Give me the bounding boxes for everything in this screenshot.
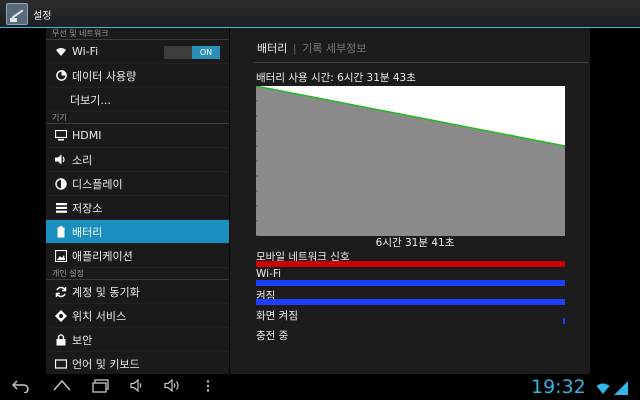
sidebar-item-language-keyboard[interactable]: 언어 및 키보드 xyxy=(46,352,229,374)
language-icon xyxy=(54,357,68,371)
sidebar-item-accounts-sync[interactable]: 계정 및 동기화 xyxy=(46,280,229,304)
sidebar-item-location[interactable]: 위치 서비스 xyxy=(46,304,229,328)
sidebar-item-hdmi[interactable]: HDMI xyxy=(46,124,229,148)
signal-label-charging: 충전 중 xyxy=(256,330,289,342)
sync-icon xyxy=(54,285,68,299)
location-icon xyxy=(54,309,68,323)
tab-divider xyxy=(254,62,588,63)
signal-label-wifi: Wi-Fi xyxy=(256,268,282,280)
volume-up-icon[interactable] xyxy=(164,378,182,396)
sidebar-item-applications[interactable]: 애플리케이션 xyxy=(46,244,229,268)
sidebar-item-data-usage[interactable]: 데이터 사용량 xyxy=(46,64,229,88)
sidebar-item-label: HDMI xyxy=(72,129,102,142)
battery-icon xyxy=(54,225,68,239)
storage-icon xyxy=(54,201,68,215)
sidebar-item-more[interactable]: 더보기... xyxy=(46,88,229,112)
back-icon[interactable] xyxy=(11,379,30,397)
detail-tabs: 배터리 | 기록 세부정보 xyxy=(257,40,366,56)
sidebar-item-label: 데이터 사용량 xyxy=(72,69,137,83)
app-title: 설정 xyxy=(33,11,52,22)
brightness-icon xyxy=(54,177,68,191)
signal-bar-wifi xyxy=(256,280,565,286)
sidebar-item-label: 보안 xyxy=(72,333,93,347)
status-clock[interactable]: 19:32 xyxy=(531,376,586,398)
wifi-toggle[interactable]: ON xyxy=(164,46,220,59)
home-icon[interactable] xyxy=(53,379,71,395)
wifi-toggle-on: ON xyxy=(192,46,220,59)
sidebar-item-label: 계정 및 동기화 xyxy=(72,285,140,299)
volume-down-icon[interactable] xyxy=(130,378,146,396)
data-usage-icon xyxy=(54,69,68,83)
sidebar-item-storage[interactable]: 저장소 xyxy=(46,196,229,220)
sidebar-item-label: 언어 및 키보드 xyxy=(72,357,140,371)
monitor-icon xyxy=(54,129,68,143)
sidebar-item-battery[interactable]: 배터리 xyxy=(46,220,229,244)
sidebar-item-label: 디스플레이 xyxy=(72,177,123,191)
wifi-status-icon[interactable] xyxy=(596,380,610,394)
sidebar-item-label: 배터리 xyxy=(72,225,103,239)
graph-caption: 6시간 31분 41초 xyxy=(375,237,455,249)
signal-label-screen-on: 화면 켜짐 xyxy=(256,310,298,322)
sidebar-item-label: 애플리케이션 xyxy=(72,249,133,263)
sidebar-item-label: Wi-Fi xyxy=(72,45,99,58)
sidebar-item-label: 더보기... xyxy=(70,93,111,107)
battery-chart-svg xyxy=(255,85,566,237)
settings-sidebar: 무선 및 네트워크 Wi-Fi ON 데이터 사용량 더보기... 기기 HDM… xyxy=(46,28,229,374)
tab-history-details[interactable]: 기록 세부정보 xyxy=(302,42,366,55)
system-nav-bar: 19:32 xyxy=(0,374,640,400)
sidebar-item-label: 위치 서비스 xyxy=(72,309,127,323)
section-header-wireless: 무선 및 네트워크 xyxy=(46,28,229,40)
sidebar-item-security[interactable]: 보안 xyxy=(46,328,229,352)
sidebar-item-wifi[interactable]: Wi-Fi ON xyxy=(46,40,229,64)
section-header-device: 기기 xyxy=(46,112,229,124)
signal-bar-screen-on xyxy=(563,318,565,324)
battery-status-icon[interactable] xyxy=(614,380,630,395)
settings-app-icon[interactable] xyxy=(6,3,28,25)
tab-battery[interactable]: 배터리 xyxy=(257,42,287,55)
tab-separator: | xyxy=(292,42,297,55)
section-header-personal: 개인 설정 xyxy=(46,268,229,280)
sidebar-item-sound[interactable]: 소리 xyxy=(46,148,229,172)
speaker-icon xyxy=(54,153,68,167)
sidebar-item-display[interactable]: 디스플레이 xyxy=(46,172,229,196)
wifi-icon xyxy=(54,45,68,59)
recent-apps-icon[interactable] xyxy=(92,379,110,397)
lock-icon xyxy=(54,333,68,347)
battery-history-chart[interactable] xyxy=(255,85,566,237)
sidebar-item-label: 저장소 xyxy=(72,201,103,215)
battery-usage-time: 배터리 사용 시간: 6시간 31분 43초 xyxy=(256,72,416,84)
sidebar-item-label: 소리 xyxy=(72,153,93,167)
battery-detail-pane: 배터리 | 기록 세부정보 배터리 사용 시간: 6시간 31분 43초 6시간… xyxy=(230,28,590,374)
apps-icon xyxy=(54,249,68,263)
menu-icon[interactable] xyxy=(206,379,210,397)
action-bar: 설정 xyxy=(0,0,640,28)
signal-bar-awake xyxy=(256,299,565,305)
signal-bar-mobile xyxy=(256,261,565,267)
